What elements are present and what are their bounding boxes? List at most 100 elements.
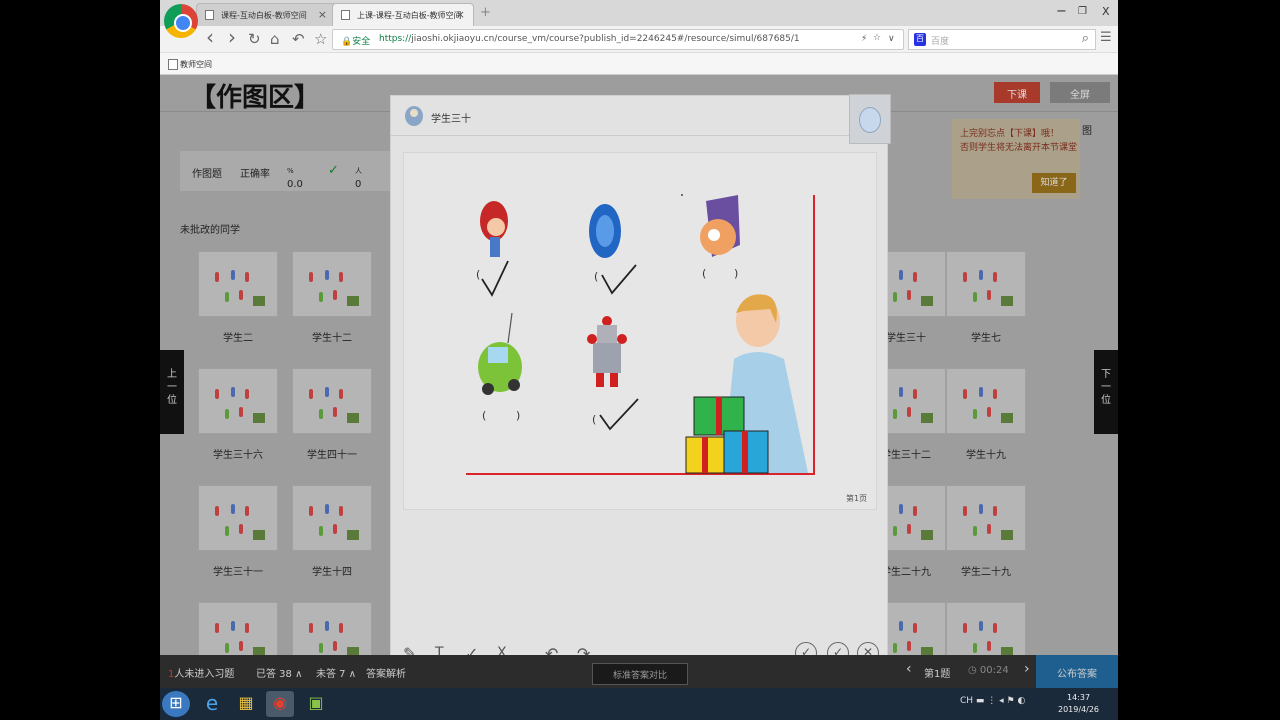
thumbnail-figure — [963, 506, 967, 516]
url-input[interactable]: 🔒安全 https://jiaoshi.okjiaoyu.cn/course_v… — [332, 29, 904, 50]
thumbnail-figure — [893, 409, 897, 419]
got-it-button[interactable]: 知道了 — [1032, 173, 1076, 193]
menu-icon[interactable]: ☰ — [1100, 30, 1112, 45]
student-thumbnail[interactable] — [946, 368, 1026, 434]
close-tab-icon[interactable]: × — [318, 8, 327, 21]
thumbnail-figure — [987, 641, 991, 651]
thumbnail-box — [921, 296, 933, 306]
answer-canvas[interactable]: ( ( ( ) ( ) ( 第1页 — [403, 152, 877, 510]
restore-icon[interactable]: ❐ — [1078, 6, 1087, 17]
unanswered-count[interactable]: 未答 7 ∧ — [316, 665, 356, 680]
end-class-button[interactable]: 下课 — [994, 82, 1040, 103]
bolt-icon[interactable]: ⚡ — [861, 34, 867, 44]
student-thumbnail[interactable] — [198, 251, 278, 317]
prev-student-button[interactable]: 上一位 — [160, 350, 184, 434]
home-icon[interactable]: ⌂ — [270, 30, 280, 48]
thumbnail-figure — [899, 270, 903, 280]
not-joined-count[interactable]: 1人未进入习题 — [168, 665, 234, 680]
clock[interactable]: 14:37 2019/4/26 — [1058, 692, 1099, 716]
thumbnail-box — [921, 530, 933, 540]
compare-answer-button[interactable]: 标准答案对比 — [592, 663, 688, 685]
back-icon[interactable]: ‹ — [206, 25, 214, 49]
thumbnail-figure — [993, 623, 997, 633]
search-icon[interactable]: ⌕ — [1082, 31, 1089, 46]
tab-course[interactable]: 课程-互动白板-教师空间 × — [196, 3, 336, 26]
student-thumbnail[interactable] — [292, 251, 372, 317]
screen: 课程-互动白板-教师空间 × 上课-课程-互动白板-教师空间 × + − ❐ X… — [160, 0, 1118, 720]
student-thumbnail[interactable] — [198, 368, 278, 434]
student-thumbnail[interactable] — [292, 368, 372, 434]
student-thumbnail[interactable] — [198, 485, 278, 551]
paren-open: ( — [482, 409, 487, 422]
tab-class[interactable]: 上课-课程-互动白板-教师空间 × — [332, 3, 474, 26]
thumbnail-figure — [339, 623, 343, 633]
thumbnail-figure — [899, 621, 903, 631]
student-thumbnail[interactable] — [946, 251, 1026, 317]
minimize-icon[interactable]: − — [1056, 4, 1067, 19]
answer-analysis-button[interactable]: 答案解析 — [366, 665, 406, 680]
student-thumbnail[interactable] — [292, 485, 372, 551]
browser-tab-bar: 课程-互动白板-教师空间 × 上课-课程-互动白板-教师空间 × + − ❐ X — [160, 0, 1118, 38]
thumbnail-figure — [339, 506, 343, 516]
thumbnail-figure — [913, 272, 917, 282]
correct-count: 0人 — [355, 167, 362, 190]
paren-open: ( — [702, 267, 707, 280]
star-icon[interactable]: ☆ — [873, 33, 881, 43]
student-answer-modal: 学生三十 ((() () (第1页 ✎ T ✓ X ↶ ↷ ✓ ✓ ✕ — [390, 94, 891, 671]
next-question-icon[interactable]: › — [1024, 661, 1030, 677]
reminder-notice: 上完别忘点【下课】哦！ 否则学生将无法离开本节课堂 知道了 — [952, 119, 1080, 199]
undo-icon[interactable]: ↶ — [292, 30, 305, 48]
thumbnail-box — [347, 296, 359, 306]
tick-mark — [601, 264, 637, 295]
close-window-icon[interactable]: X — [1102, 5, 1110, 18]
thumbnail-box — [253, 413, 265, 423]
search-input[interactable]: 百 百度 ⌕ — [908, 29, 1096, 50]
side-text: 图 — [1082, 126, 1092, 137]
bookmark-teacher-space[interactable]: 教师空间 — [168, 59, 212, 70]
forward-icon[interactable]: › — [228, 25, 236, 49]
answered-count[interactable]: 已答 38 ∧ — [256, 665, 302, 680]
thumbnail-figure — [987, 290, 991, 300]
system-tray-icons[interactable]: CH ▬ ⋮ ◂ ⚑ ◐ — [960, 696, 1025, 706]
windows-taskbar: ⊞ e ▦ ◉ ▣ CH ▬ ⋮ ◂ ⚑ ◐ 14:37 2019/4/26 — [160, 688, 1118, 720]
fullscreen-button[interactable]: 全屏 — [1050, 82, 1110, 103]
start-button-icon[interactable]: ⊞ — [162, 691, 190, 717]
app-taskbar-icon[interactable]: ▣ — [302, 691, 330, 717]
thumbnail-figure — [309, 506, 313, 516]
paren-close: ) — [734, 267, 739, 280]
chevron-down-icon[interactable]: ∨ — [888, 34, 895, 44]
thumbnail-figure — [333, 641, 337, 651]
close-modal-icon[interactable] — [849, 94, 891, 144]
page-icon — [205, 10, 214, 20]
thumbnail-figure — [215, 389, 219, 399]
thumbnail-figure — [239, 641, 243, 651]
thumbnail-figure — [319, 409, 323, 419]
prev-question-icon[interactable]: ‹ — [906, 661, 912, 677]
drum-icon — [700, 195, 740, 257]
thumbnail-figure — [245, 389, 249, 399]
thumbnail-figure — [963, 623, 967, 633]
student-thumbnail[interactable] — [946, 485, 1026, 551]
bookmark-star-icon[interactable]: ☆ — [314, 30, 327, 48]
thumbnail-figure — [333, 407, 337, 417]
search-placeholder: 百度 — [931, 37, 950, 47]
secure-label: 🔒安全 — [341, 37, 371, 47]
rate-value: 0.0% — [287, 167, 303, 190]
publish-answer-button[interactable]: 公布答案 — [1036, 655, 1118, 688]
chrome-taskbar-icon[interactable]: ◉ — [266, 691, 294, 717]
url-text: https://jiaoshi.okjiaoyu.cn/course_vm/co… — [379, 34, 800, 44]
tab-title: 上课-课程-互动白板-教师空间 — [357, 11, 462, 20]
student-name-label: 学生二 — [223, 333, 253, 344]
thumbnail-figure — [907, 407, 911, 417]
reload-icon[interactable]: ↻ — [248, 30, 261, 48]
thumbnail-figure — [907, 641, 911, 651]
new-tab-button[interactable]: + — [480, 5, 491, 20]
explorer-icon[interactable]: ▦ — [232, 691, 260, 717]
ie-icon[interactable]: e — [198, 691, 226, 717]
close-tab-icon[interactable]: × — [456, 8, 465, 21]
thumbnail-figure — [309, 623, 313, 633]
next-student-button[interactable]: 下一位 — [1094, 350, 1118, 434]
thumbnail-figure — [993, 506, 997, 516]
chrome-logo-icon — [164, 4, 198, 38]
paren-open: ( — [594, 270, 599, 283]
